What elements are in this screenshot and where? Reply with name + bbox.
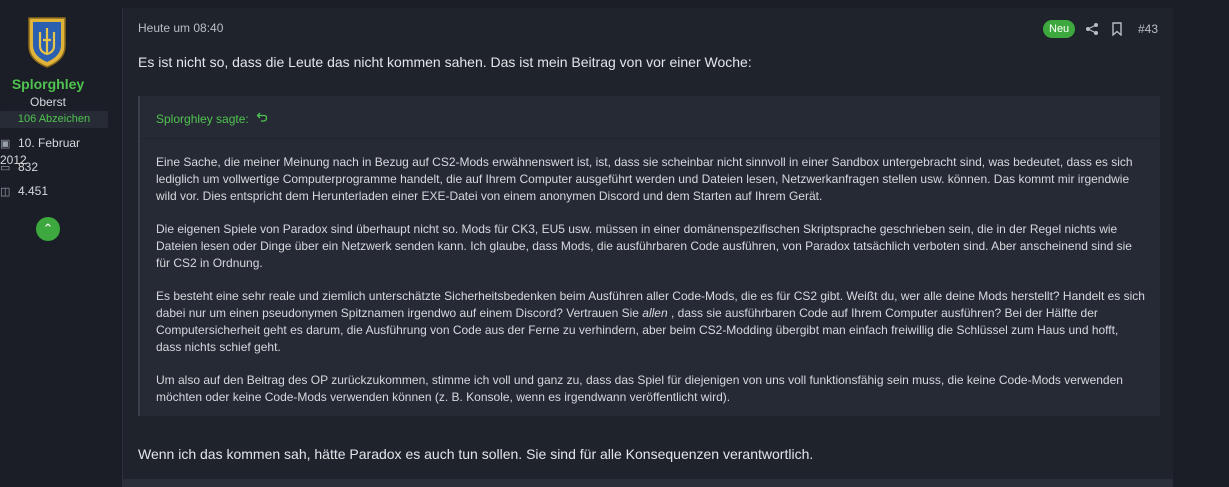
- messages-count: 832: [18, 160, 39, 174]
- go-to-quote-icon[interactable]: [256, 111, 268, 123]
- quote-paragraph: Eine Sache, die meiner Meinung nach in B…: [156, 155, 1133, 203]
- quote-emphasis: allen: [642, 306, 668, 321]
- quote-body: Eine Sache, die meiner Meinung nach in B…: [156, 154, 1146, 423]
- quote-paragraph: Um also auf den Beitrag des OP zurückzuk…: [156, 373, 1123, 405]
- quote-paragraph: Es besteht eine sehr reale und ziemlich …: [156, 288, 1146, 355]
- quote-author[interactable]: Splorghley sagte:: [156, 112, 249, 126]
- user-sidebar: Splorghley Oberst 106 Abzeichen ▣ 10. Feb…: [0, 0, 108, 487]
- new-badge: Neu: [1043, 20, 1076, 38]
- next-post-edge: [123, 479, 1173, 487]
- post-intro: Es ist nicht so, dass die Leute das nich…: [138, 54, 752, 70]
- joined-row: ▣ 10. Februar 2012: [0, 135, 108, 167]
- calendar-icon: ▣: [0, 138, 11, 150]
- chevron-up-icon: ⌃: [42, 221, 54, 236]
- avatar[interactable]: [26, 16, 68, 68]
- post-number[interactable]: #43: [1138, 22, 1158, 36]
- post-date[interactable]: Heute um 08:40: [138, 21, 223, 35]
- post: Heute um 08:40 Neu #43 Es ist nicht so, …: [123, 8, 1173, 487]
- quote-header: Splorghley sagte:: [140, 96, 1160, 139]
- share-icon[interactable]: [1085, 22, 1099, 36]
- scroll-up-button[interactable]: ⌃: [36, 217, 60, 241]
- reactions-count: 4.451: [18, 184, 49, 198]
- username[interactable]: Splorghley: [0, 76, 96, 92]
- badges-count[interactable]: 106 Abzeichen: [0, 111, 108, 128]
- user-rank: Oberst: [29, 95, 66, 109]
- reactions-row: ◫ 4.451: [0, 183, 48, 199]
- messages-icon: ▭: [0, 162, 11, 174]
- bookmark-icon[interactable]: [1111, 22, 1123, 36]
- thumbs-up-icon: ◫: [0, 186, 11, 198]
- quote-paragraph: Die eigenen Spiele von Paradox sind über…: [156, 222, 1132, 270]
- quote-block: Splorghley sagte: Eine Sache, die meiner…: [138, 96, 1160, 416]
- post-outro: Wenn ich das kommen sah, hätte Paradox e…: [138, 446, 814, 462]
- messages-row: ▭ 832: [0, 159, 38, 175]
